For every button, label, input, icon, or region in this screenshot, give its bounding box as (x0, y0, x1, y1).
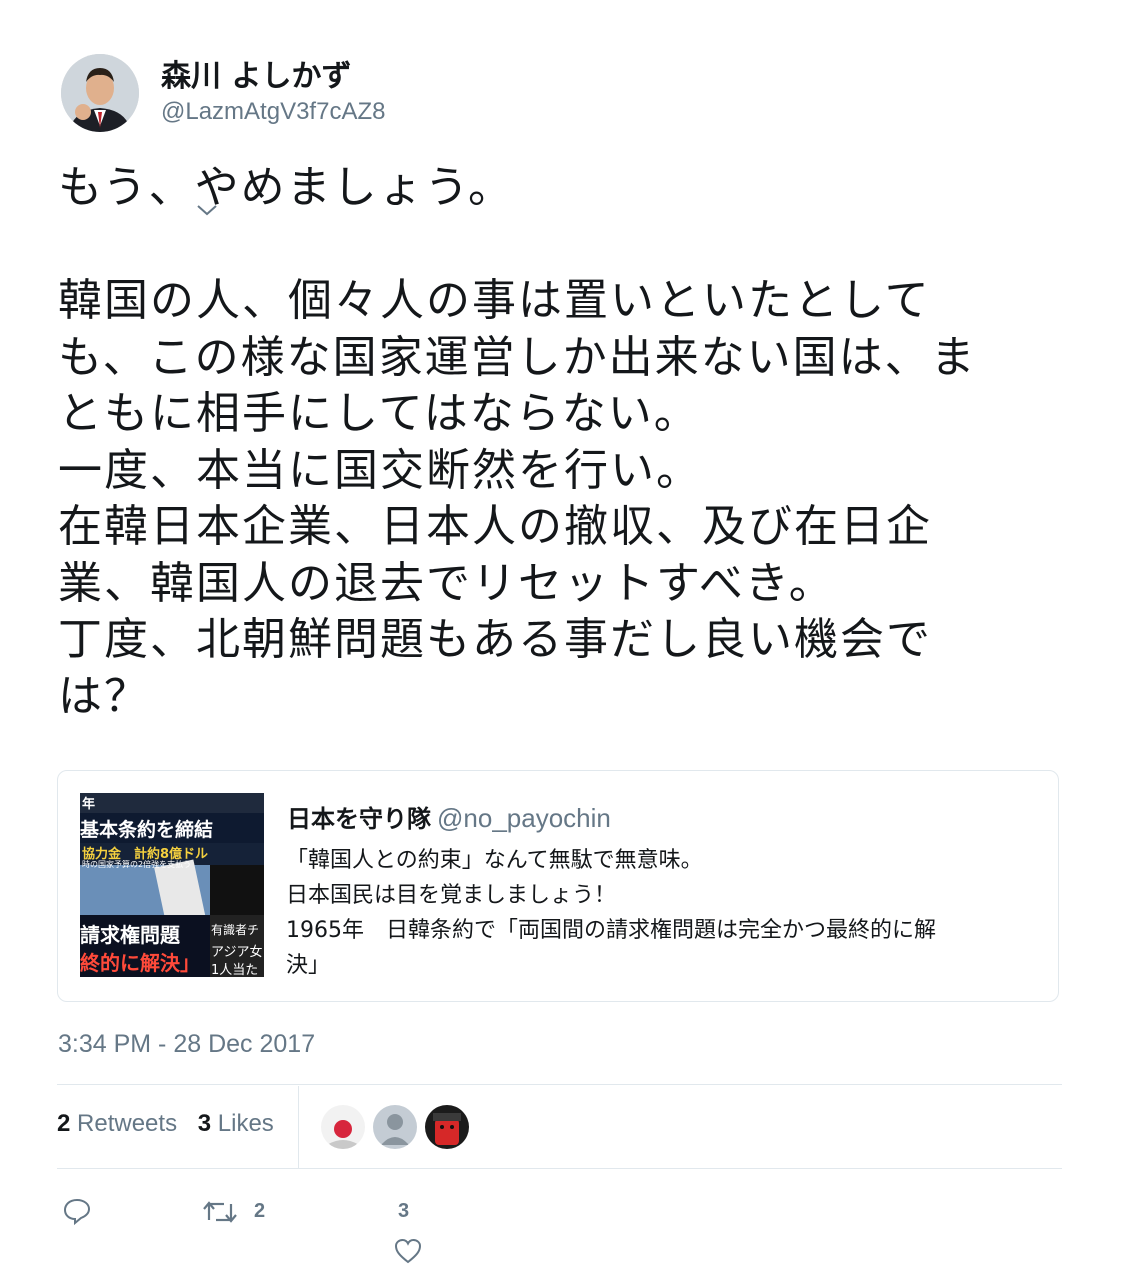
tweet-line: ともに相手にしてはならない。 (58, 388, 700, 439)
liker-avatar[interactable] (321, 1105, 365, 1149)
chevron-down-icon[interactable] (196, 203, 218, 217)
retweet-count: 2 (254, 1200, 266, 1222)
tweet-line: 業、韓国人の退去でリセットすべき。 (58, 557, 835, 609)
tweet-line: も、この様な国家運営しか出来ない国は、ま (58, 331, 977, 383)
divider (298, 1086, 299, 1168)
mask-avatar-image (425, 1105, 469, 1149)
quoted-line: 日本国民は目を覚ましましょう！ (286, 883, 617, 908)
likes-stat[interactable]: 3 Likes (198, 1110, 274, 1137)
quoted-tweet-card[interactable]: 年 基本条約を締結 協力金 計約8億ドル 時の国家予算の2倍強を支払う 請求権問… (57, 770, 1059, 1002)
quoted-tweet-thumbnail: 年 基本条約を締結 協力金 計約8億ドル 時の国家予算の2倍強を支払う 請求権問… (80, 793, 264, 977)
quoted-tweet-header: 日本を守り隊 @no_payochin (287, 799, 611, 834)
liker-avatar[interactable] (425, 1105, 469, 1149)
default-avatar-icon (373, 1105, 417, 1149)
avatar-photo (61, 54, 139, 132)
quoted-tweet-text: 「韓国人との約束」なんて無駄で無意味。 日本国民は目を覚ましましょう！ 1965… (286, 843, 1046, 983)
liker-avatar[interactable] (373, 1105, 417, 1149)
tweet-line: 韓国の人、個々人の事は置いといたとして (58, 275, 931, 326)
retweets-stat[interactable]: 2 Retweets (57, 1110, 177, 1137)
like-count: 3 (398, 1200, 410, 1222)
tweet-line: 一度、本当に国交断然を行い。 (58, 444, 702, 496)
thumb-text: 1人当た (211, 963, 259, 977)
likes-count: 3 (197, 1110, 212, 1137)
thumb-text: 有識者チ (211, 923, 260, 937)
tweet-line: 丁度、北朝鮮問題もある事だし良い機会で (58, 614, 932, 665)
reply-icon[interactable] (62, 1196, 92, 1226)
quoted-line: 1965年 日韓条約で「両国間の請求権問題は完全かつ最終的に解 (286, 918, 936, 943)
thumb-text: 年 (82, 797, 96, 812)
thumb-text: アジア女 (211, 945, 263, 960)
thumb-text: 時の国家予算の2倍強を支払う (82, 860, 192, 869)
retweet-icon[interactable] (202, 1198, 238, 1226)
quoted-author-handle: @no_payochin (437, 803, 611, 833)
quoted-author-name: 日本を守り隊 (287, 805, 431, 833)
engagement-stats: 2 Retweets 3 Likes (57, 1110, 274, 1138)
thumb-text: 終的に解決」 (80, 951, 200, 975)
quoted-line: 決」 (286, 953, 331, 978)
tweet-text: もう、やめましょう。 韓国の人、個々人の事は置いといたとして も、この様な国家運… (58, 160, 1058, 725)
retweets-label: Retweets (77, 1110, 178, 1137)
tweet-line: は？ (58, 670, 150, 722)
flag-avatar-image (321, 1105, 365, 1149)
tweet-timestamp[interactable]: 3:34 PM - 28 Dec 2017 (58, 1030, 315, 1059)
author-display-name[interactable]: 森川 よしかず (161, 51, 351, 95)
author-avatar[interactable] (61, 54, 139, 132)
quoted-line: 「韓国人との約束」なんて無駄で無意味。 (286, 848, 703, 873)
thumb-text: 請求権問題 (80, 923, 180, 947)
heart-icon[interactable] (393, 1237, 423, 1265)
retweets-count: 2 (57, 1110, 71, 1137)
thumb-text: 基本条約を締結 (80, 819, 214, 841)
divider (57, 1084, 1062, 1085)
divider (57, 1168, 1062, 1169)
tweet-line: 在韓日本企業、日本人の撤収、及び在日企 (58, 501, 932, 552)
likes-label: Likes (217, 1110, 274, 1137)
author-handle[interactable]: @LazmAtgV3f7cAZ8 (161, 98, 385, 126)
tweet-line (58, 217, 1058, 274)
